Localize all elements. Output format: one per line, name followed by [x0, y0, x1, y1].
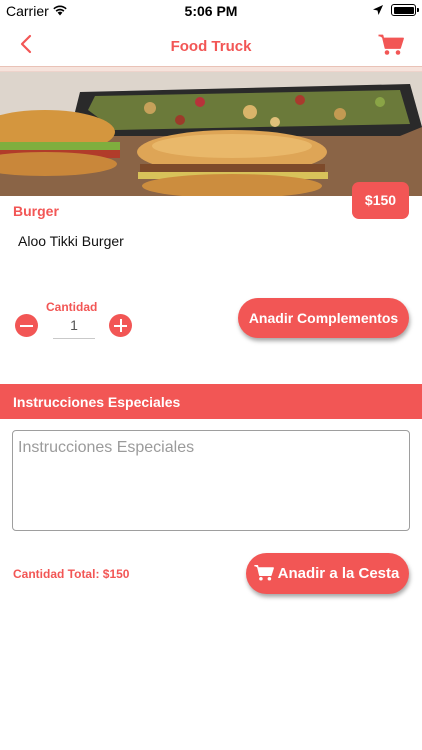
- navigation-bar: Food Truck: [0, 22, 422, 66]
- burger-photo-illustration: [0, 72, 422, 196]
- location-arrow-icon: [373, 5, 383, 15]
- cart-icon: [254, 565, 274, 581]
- product-category: Burger: [13, 203, 59, 219]
- increase-quantity-button[interactable]: [109, 314, 132, 337]
- product-image: [0, 72, 422, 196]
- add-complements-button[interactable]: Anadir Complementos: [238, 298, 409, 338]
- status-bar: Carrier 5:06 PM: [0, 0, 422, 22]
- quantity-field[interactable]: 1: [53, 317, 95, 339]
- cart-icon[interactable]: [378, 34, 404, 56]
- decrease-quantity-button[interactable]: [15, 314, 38, 337]
- add-to-cart-label: Anadir a la Cesta: [277, 565, 400, 582]
- price-badge: $150: [352, 182, 409, 219]
- special-instructions-header: Instrucciones Especiales: [0, 384, 422, 419]
- special-instructions-title: Instrucciones Especiales: [13, 394, 181, 410]
- add-to-cart-button[interactable]: Anadir a la Cesta: [246, 553, 409, 594]
- total-amount: Cantidad Total: $150: [13, 567, 130, 581]
- status-time: 5:06 PM: [184, 3, 238, 19]
- quantity-label: Cantidad: [46, 300, 98, 314]
- special-instructions-input[interactable]: [12, 430, 410, 531]
- product-name: Aloo Tikki Burger: [18, 233, 124, 249]
- page-title: Food Truck: [170, 38, 252, 55]
- battery-icon: [391, 4, 419, 16]
